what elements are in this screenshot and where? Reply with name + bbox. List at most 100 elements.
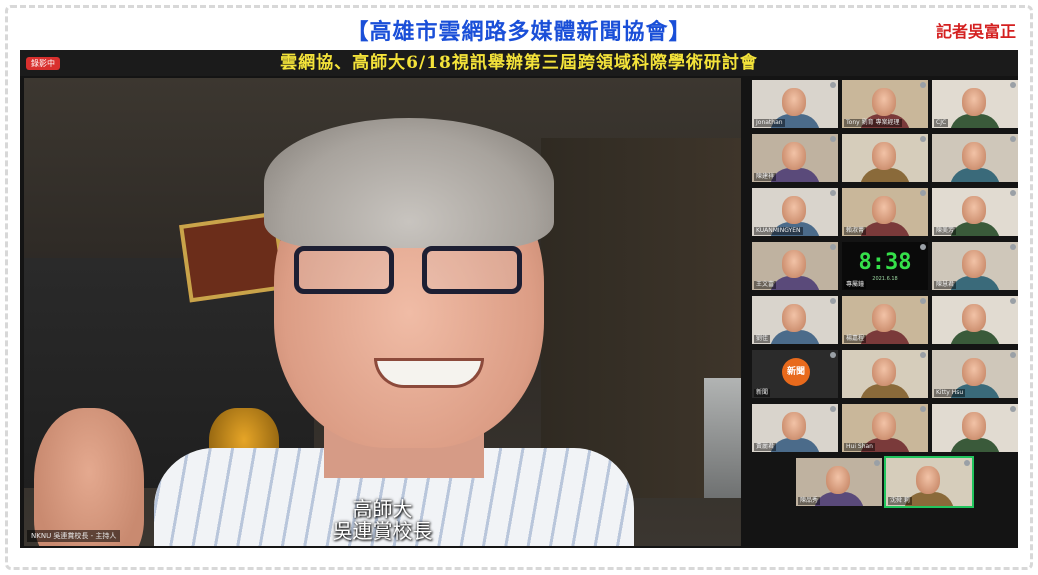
participant-face: [872, 412, 896, 440]
mic-muted-icon: [1010, 298, 1016, 304]
participant-body: [770, 168, 820, 182]
mic-muted-icon: [920, 82, 926, 88]
participant-face: [782, 88, 806, 116]
mic-muted-icon: [920, 406, 926, 412]
meeting-topic: 雲網協、高師大6/18視訊舉辦第三屆跨領域科際學術研討會: [280, 53, 758, 73]
participant-face: [872, 142, 896, 170]
participant-name: Jonathan: [754, 119, 785, 127]
participant-name: 劉佳: [754, 335, 771, 343]
participant-face: [962, 196, 986, 224]
participant-body: [950, 168, 1000, 182]
mic-muted-icon: [830, 244, 836, 250]
participant-name: 楊嘉程: [844, 335, 867, 343]
meeting-topic-bar: 雲網協、高師大6/18視訊舉辦第三屆跨領域科際學術研討會: [20, 50, 1018, 76]
participant-tile[interactable]: [932, 296, 1018, 344]
mic-muted-icon: [874, 460, 880, 466]
participant-face: [962, 304, 986, 332]
participant-tile[interactable]: KUANMINGYEN: [752, 188, 838, 236]
mic-muted-icon: [1010, 406, 1016, 412]
participant-tile[interactable]: [842, 134, 928, 182]
participant-name: Tony 劉育 專案經理: [844, 119, 902, 127]
mic-muted-icon: [1010, 352, 1016, 358]
participant-tile[interactable]: [842, 350, 928, 398]
participant-tile[interactable]: Kitty Hsu: [932, 350, 1018, 398]
participant-body: [860, 330, 910, 344]
participant-face: [962, 88, 986, 116]
participant-tile[interactable]: 楊嘉程: [842, 296, 928, 344]
participant-name: Kitty Hsu: [934, 389, 966, 397]
left-lens: [294, 246, 394, 294]
mic-muted-icon: [830, 298, 836, 304]
participant-face: [916, 466, 940, 494]
participant-tile[interactable]: 陳建祥: [752, 134, 838, 182]
mic-muted-icon: [920, 190, 926, 196]
participant-name: Hui Shan: [844, 443, 875, 451]
participant-body: [770, 438, 820, 452]
participant-tile[interactable]: 陳品秀: [796, 458, 882, 506]
participant-name: 王文富: [754, 281, 777, 289]
participant-body: [950, 222, 1000, 236]
participant-tile[interactable]: 黃麗君: [752, 404, 838, 452]
participant-name: CJC: [934, 119, 949, 127]
participant-face: [872, 196, 896, 224]
main-speaker-video[interactable]: 高師大 吳連賞校長 NKNU 吳連賞校長 - 主持人: [24, 78, 741, 546]
participant-name: 陳建祥: [754, 173, 777, 181]
news-avatar: 新聞: [782, 358, 810, 386]
participant-body: [860, 168, 910, 182]
caption-line-2: 吳連賞校長: [332, 519, 433, 543]
speaker-glasses: [294, 246, 534, 298]
speaker-smile: [374, 358, 484, 388]
participant-tile[interactable]: 新聞 新聞: [752, 350, 838, 398]
participant-face: [962, 142, 986, 170]
mic-muted-icon: [830, 82, 836, 88]
participant-tile[interactable]: 8:38 2021.6.18 專屬鐘: [842, 242, 928, 290]
mic-muted-icon: [830, 352, 836, 358]
participant-face: [782, 196, 806, 224]
participant-tile[interactable]: 劉佳: [752, 296, 838, 344]
participant-body: [770, 276, 820, 290]
participant-tile[interactable]: 陳美芳: [932, 188, 1018, 236]
mic-muted-icon: [1010, 136, 1016, 142]
participant-tile[interactable]: 賴淑菁: [842, 188, 928, 236]
participant-tile[interactable]: Tony 劉育 專案經理: [842, 80, 928, 128]
participant-body: [770, 330, 820, 344]
participant-face: [872, 304, 896, 332]
participant-face: [782, 412, 806, 440]
participant-tile[interactable]: [932, 404, 1018, 452]
mic-muted-icon: [830, 406, 836, 412]
speaker-name-tag: NKNU 吳連賞校長 - 主持人: [27, 530, 121, 542]
participant-face: [962, 250, 986, 278]
participant-name: 賴淑菁: [844, 227, 867, 235]
participant-body: [860, 222, 910, 236]
participant-body: [950, 114, 1000, 128]
participant-tile[interactable]: Hui Shan: [842, 404, 928, 452]
participant-face: [872, 358, 896, 386]
participant-face: [872, 88, 896, 116]
mic-muted-icon: [830, 190, 836, 196]
participant-face: [782, 142, 806, 170]
participant-body: [950, 438, 1000, 452]
mic-muted-icon: [920, 352, 926, 358]
participant-tile[interactable]: 王文富: [752, 242, 838, 290]
participant-face: [782, 304, 806, 332]
mic-muted-icon: [964, 460, 970, 466]
participant-name: KUANMINGYEN: [754, 227, 803, 235]
clock-time: 8:38: [858, 250, 912, 275]
right-lens: [422, 246, 522, 294]
page-headline: 【高雄市雲網路多媒體新聞協會】: [346, 20, 692, 45]
participant-tile[interactable]: Jonathan: [752, 80, 838, 128]
participant-name: 新聞: [754, 389, 771, 397]
mic-muted-icon: [830, 136, 836, 142]
participant-name: 黃麗君: [754, 443, 777, 451]
participant-name: 沈舜 莉: [888, 497, 912, 505]
recording-badge[interactable]: 錄影中: [26, 57, 60, 70]
participant-tile[interactable]: CJC: [932, 80, 1018, 128]
participant-tile[interactable]: [932, 134, 1018, 182]
participant-tile[interactable]: 沈舜 莉: [884, 456, 974, 508]
participant-tile[interactable]: 陳慧君: [932, 242, 1018, 290]
participant-gallery: Jonathan Tony 劉育 專案經理 CJC 陳建祥 KUANMINGYEN 賴淑菁…: [746, 78, 1018, 546]
participant-body: [950, 276, 1000, 290]
participant-body: [814, 492, 864, 506]
participant-body: [950, 330, 1000, 344]
participant-name: 陳慧君: [934, 281, 957, 289]
